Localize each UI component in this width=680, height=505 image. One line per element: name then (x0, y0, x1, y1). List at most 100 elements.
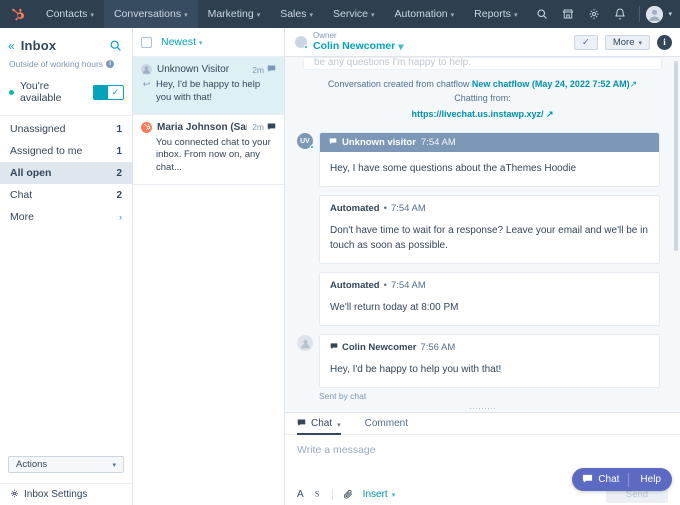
chat-bubble-icon (267, 64, 276, 75)
message-separator: • (383, 280, 387, 291)
availability-toggle[interactable]: ✓ (93, 84, 124, 100)
owner-name[interactable]: Colin Newcomer (313, 40, 395, 52)
sort-dropdown[interactable]: Newest ▾ (161, 36, 203, 48)
conversation-contact-name: Unknown Visitor (157, 64, 230, 75)
sidebar-item-count: 1 (116, 123, 122, 135)
inbox-settings-link[interactable]: Inbox Settings (0, 483, 132, 505)
conversation-item-header: Maria Johnson (Samp... 2m (141, 121, 276, 133)
sidebar-item-count: 1 (116, 145, 122, 157)
chatflow-note-prefix: Conversation created from chatflow (327, 79, 470, 89)
message-author: Automated (330, 203, 380, 214)
message-author: Automated (330, 280, 380, 291)
chatflow-link[interactable]: New chatflow (May 24, 2022 7:52 AM) (472, 79, 630, 89)
search-icon[interactable] (109, 39, 122, 52)
nav-item-service-label: Service (333, 8, 369, 20)
chatting-from-label: Chatting from: (454, 92, 511, 103)
external-link-icon: ↗ (546, 109, 554, 119)
attachment-paperclip-icon[interactable] (343, 489, 353, 499)
close-conversation-button[interactable]: ✓ (573, 34, 598, 50)
thread-scroll-region[interactable]: be any questions I'm happy to help. Conv… (285, 57, 680, 412)
nav-item-conversations[interactable]: Conversations ▾ (103, 0, 198, 28)
working-hours-label: Outside of working hours (9, 59, 104, 69)
chevron-down-icon: ▾ (199, 40, 203, 47)
search-icon[interactable] (529, 0, 555, 28)
nav-item-sales[interactable]: Sales ▾ (270, 0, 323, 28)
text-format-icon[interactable]: S (314, 489, 322, 499)
collapse-sidebar-icon[interactable]: « (8, 40, 15, 52)
toolbar-divider (331, 488, 333, 500)
message-body: Don't have time to wait for a response? … (330, 225, 648, 251)
nav-item-automation[interactable]: Automation ▾ (385, 0, 465, 28)
owner-avatar (295, 36, 308, 49)
chevron-down-icon: ▾ (638, 40, 642, 47)
user-avatar[interactable] (646, 5, 664, 23)
sidebar-item-more[interactable]: More › (0, 206, 132, 228)
chatflow-origin-note: Conversation created from chatflow New c… (293, 70, 672, 109)
avatar-placeholder (297, 273, 313, 289)
sidebar-item-all-open[interactable]: All open 2 (0, 162, 132, 184)
conversation-meta: 2m (252, 64, 276, 75)
conversation-item-header: Unknown Visitor 2m (141, 64, 276, 75)
chevron-down-icon: ▾ (309, 12, 313, 19)
chat-bubble-icon (297, 418, 306, 430)
notifications-bell-icon[interactable] (607, 0, 633, 28)
sidebar-item-label: Unassigned (10, 123, 66, 135)
sidebar-item-assigned-to-me[interactable]: Assigned to me 1 (0, 140, 132, 162)
sort-label: Newest (161, 36, 197, 48)
sidebar-item-count: 2 (116, 189, 122, 201)
conversation-contact-name: Maria Johnson (Samp... (157, 121, 247, 133)
thread-action-buttons: ✓ More ▾ i (573, 34, 672, 50)
owner-label: Owner (313, 31, 337, 41)
settings-gear-icon[interactable] (581, 0, 607, 28)
message-header: Automated • 7:54 AM (320, 196, 659, 214)
nav-item-marketing[interactable]: Marketing ▾ (198, 0, 271, 28)
chatting-from-url-row: https://livechat.us.instawp.xyz/ ↗ (293, 109, 672, 124)
composer-tabs: Chat ▾ Comment (285, 413, 680, 435)
conversation-list-item[interactable]: Unknown Visitor 2m ↩ Hey, I'd be happy t… (133, 57, 284, 115)
marketplace-icon[interactable] (555, 0, 581, 28)
sidebar-item-unassigned[interactable]: Unassigned 1 (0, 118, 132, 140)
more-actions-button[interactable]: More ▾ (604, 34, 650, 50)
insert-dropdown[interactable]: Insert ▾ (363, 489, 396, 500)
nav-item-service[interactable]: Service ▾ (323, 0, 385, 28)
message-composer: Chat ▾ Comment Write a message A S Inser… (285, 407, 680, 505)
nav-item-contacts[interactable]: Contacts ▾ (36, 0, 104, 28)
gear-icon (10, 489, 19, 501)
conversation-timestamp: 2m (252, 64, 264, 75)
actions-dropdown[interactable]: Actions ▾ (8, 456, 124, 473)
tab-comment[interactable]: Comment (365, 413, 408, 435)
thread-scrollbar[interactable] (674, 61, 678, 251)
avatar-placeholder (297, 196, 313, 212)
avatar (141, 121, 152, 133)
chatting-from-url[interactable]: https://livechat.us.instawp.xyz/ (411, 109, 543, 119)
nav-item-reports-label: Reports (474, 8, 511, 20)
online-status-dot (9, 89, 14, 95)
details-info-button[interactable]: i (657, 34, 672, 50)
support-chat-widget[interactable]: Chat Help (572, 468, 672, 491)
sidebar-item-chat[interactable]: Chat 2 (0, 184, 132, 206)
chevron-down-icon[interactable]: ▾ (398, 41, 403, 53)
composer-resize-handle[interactable] (469, 407, 496, 411)
message-timestamp: 7:54 AM (390, 203, 426, 214)
widget-help-button[interactable]: Help (629, 474, 672, 485)
thread-header: Owner Colin Newcomer ▾ ✓ More ▾ i (285, 28, 680, 57)
widget-chat-button[interactable]: Chat (572, 473, 628, 487)
nav-item-reports[interactable]: Reports ▾ (464, 0, 527, 28)
chevron-down-icon[interactable]: ▾ (668, 10, 672, 18)
message-row: Colin Newcomer 7:56 AM Hey, I'd be happy… (293, 334, 672, 388)
conversation-list-item[interactable]: Maria Johnson (Samp... 2m You connected … (133, 115, 284, 186)
availability-label: You're available (19, 80, 62, 104)
hubspot-inbox-app: Contacts ▾ Conversations ▾ Marketing ▾ S… (0, 0, 680, 505)
conversation-list-header: Newest ▾ (133, 28, 284, 57)
info-icon[interactable]: i (106, 60, 115, 68)
hubspot-logo-icon[interactable] (6, 4, 28, 24)
tab-chat[interactable]: Chat ▾ (297, 413, 341, 435)
chat-bubble-icon (267, 122, 276, 133)
main-content-area: « Inbox Outside of working hours i You'r… (0, 28, 680, 505)
font-style-icon[interactable]: A (297, 489, 304, 500)
message-timestamp: 7:54 AM (420, 137, 456, 148)
select-all-checkbox[interactable] (141, 36, 152, 48)
message-header: Unknown visitor 7:54 AM (320, 133, 659, 152)
inbox-sidebar: « Inbox Outside of working hours i You'r… (0, 28, 133, 505)
message-author: Colin Newcomer (342, 342, 417, 353)
